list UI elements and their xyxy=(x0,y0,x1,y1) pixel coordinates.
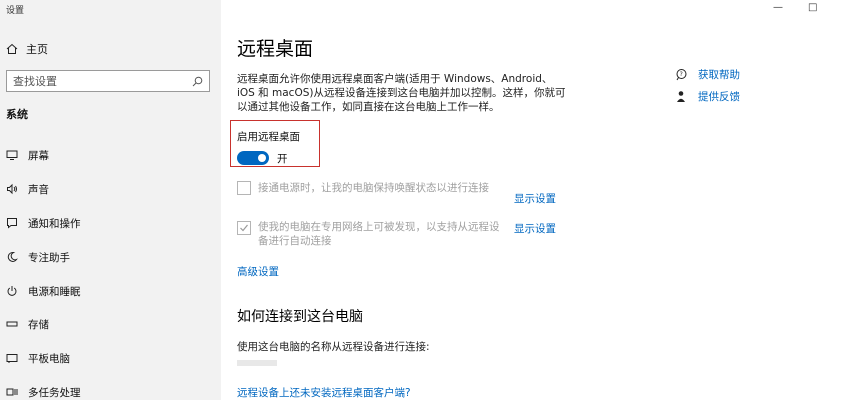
connect-description: 使用这台电脑的名称从远程设备进行连接: xyxy=(237,341,430,353)
sidebar-section-system: 系统 xyxy=(6,108,28,121)
sidebar-item-label: 屏幕 xyxy=(28,149,49,162)
feedback-link[interactable]: 提供反馈 xyxy=(675,89,740,104)
sidebar-home[interactable]: 主页 xyxy=(6,40,48,58)
sidebar-item-label: 声音 xyxy=(28,183,49,196)
sidebar-item-label: 专注助手 xyxy=(28,251,70,264)
search-icon xyxy=(192,76,203,86)
sidebar-item-multitasking[interactable]: 多任务处理 xyxy=(0,381,221,400)
get-help-label: 获取帮助 xyxy=(698,69,740,81)
sidebar-item-sound[interactable]: 声音 xyxy=(0,178,221,200)
sidebar-item-notifications[interactable]: 通知和操作 xyxy=(0,212,221,234)
sidebar-item-focus-assist[interactable]: 专注助手 xyxy=(0,246,221,268)
speaker-icon xyxy=(7,183,17,195)
no-client-link[interactable]: 远程设备上还未安装远程桌面客户端? xyxy=(237,385,411,400)
feedback-person-icon xyxy=(677,91,685,102)
power-icon xyxy=(7,286,17,296)
advanced-settings-link[interactable]: 高级设置 xyxy=(237,264,279,279)
window-title: 设置 xyxy=(6,6,25,16)
page-description: 远程桌面允许你使用远程桌面客户端(适用于 Windows、Android、iOS… xyxy=(237,73,566,113)
svg-text:?: ? xyxy=(680,71,683,78)
get-help-link[interactable]: ? 获取帮助 xyxy=(675,67,740,82)
discoverable-checkbox[interactable] xyxy=(237,221,251,235)
home-icon xyxy=(6,43,18,54)
remote-desktop-toggle[interactable] xyxy=(237,151,269,165)
keep-awake-label: 接通电源时，让我的电脑保持唤醒状态以进行连接 xyxy=(258,182,489,194)
sidebar-item-tablet[interactable]: 平板电脑 xyxy=(0,347,221,369)
show-settings-link-1[interactable]: 显示设置 xyxy=(514,191,556,206)
sidebar-item-display[interactable]: 屏幕 xyxy=(0,144,221,166)
discoverable-label: 使我的电脑在专用网络上可被发现，以支持从远程设备进行自动连接 xyxy=(258,221,500,247)
search-input[interactable]: 查找设置 xyxy=(13,73,192,89)
sidebar-item-label: 多任务处理 xyxy=(28,386,81,399)
tablet-icon xyxy=(6,354,18,363)
search-box[interactable]: 查找设置 xyxy=(6,70,210,92)
page-title: 远程桌面 xyxy=(237,38,314,60)
sidebar-item-storage[interactable]: 存储 xyxy=(0,313,221,335)
monitor-icon xyxy=(6,150,18,160)
sidebar-item-label: 通知和操作 xyxy=(28,217,81,230)
moon-icon xyxy=(7,251,18,262)
connect-section-title: 如何连接到这台电脑 xyxy=(237,309,363,325)
sidebar-item-label: 电源和睡眠 xyxy=(28,285,81,298)
toggle-knob xyxy=(258,154,266,162)
toggle-label: 启用远程桌面 xyxy=(237,131,300,143)
sidebar-item-power[interactable]: 电源和睡眠 xyxy=(0,280,221,302)
sidebar-item-label: 平板电脑 xyxy=(28,352,70,365)
check-icon xyxy=(240,224,248,232)
sidebar: 设置 主页 查找设置 系统 屏幕 声音 通知和操作 专注助手 电源和睡眠 存储 … xyxy=(0,0,221,400)
show-settings-link-2[interactable]: 显示设置 xyxy=(514,221,556,236)
pc-name-redacted xyxy=(237,360,277,366)
keep-awake-checkbox[interactable] xyxy=(237,181,251,195)
storage-icon xyxy=(6,321,18,327)
sidebar-item-label: 存储 xyxy=(28,318,49,331)
toggle-state: 开 xyxy=(277,153,288,165)
multitask-icon xyxy=(6,388,18,396)
main-panel: 远程桌面 远程桌面允许你使用远程桌面客户端(适用于 Windows、Androi… xyxy=(221,0,847,400)
help-chat-icon: ? xyxy=(676,69,687,81)
feedback-label: 提供反馈 xyxy=(698,91,740,103)
notification-icon xyxy=(7,218,17,229)
sidebar-home-label: 主页 xyxy=(26,43,48,56)
